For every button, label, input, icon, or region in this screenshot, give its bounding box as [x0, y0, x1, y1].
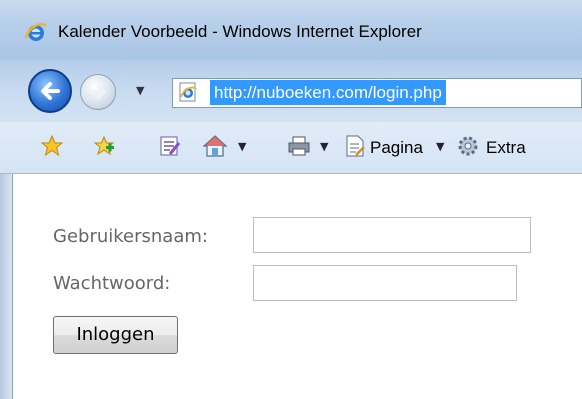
ie-logo-icon: [24, 22, 48, 41]
address-url-text[interactable]: http://nuboeken.com/login.php: [210, 80, 446, 105]
password-input[interactable]: [253, 265, 517, 301]
page-dropdown-icon[interactable]: ▼: [436, 140, 444, 153]
print-dropdown-icon[interactable]: ▼: [320, 140, 328, 153]
print-icon[interactable]: [286, 134, 312, 158]
page-icon: [346, 135, 365, 157]
login-button[interactable]: Inloggen: [53, 316, 178, 354]
page-favicon-icon: [179, 82, 197, 102]
page-menu-button[interactable]: Pagina: [370, 138, 423, 158]
username-label: Gebruikersnaam:: [53, 226, 208, 247]
home-dropdown-icon[interactable]: ▼: [238, 140, 246, 153]
recent-pages-dropdown-icon[interactable]: ▼: [136, 84, 144, 97]
feeds-icon[interactable]: [158, 134, 182, 158]
forward-arrow-icon: [89, 84, 106, 100]
favorites-star-icon[interactable]: [40, 134, 64, 158]
gear-icon: [458, 136, 478, 156]
username-input[interactable]: [253, 217, 531, 253]
add-favorites-icon[interactable]: [92, 134, 116, 158]
extra-menu-button[interactable]: Extra: [486, 138, 526, 158]
back-arrow-icon: [41, 82, 60, 100]
window-frame-left: [0, 174, 13, 399]
home-icon[interactable]: [202, 134, 228, 158]
password-label: Wachtwoord:: [53, 273, 171, 294]
window-title: Kalender Voorbeeld - Windows Internet Ex…: [58, 22, 422, 41]
